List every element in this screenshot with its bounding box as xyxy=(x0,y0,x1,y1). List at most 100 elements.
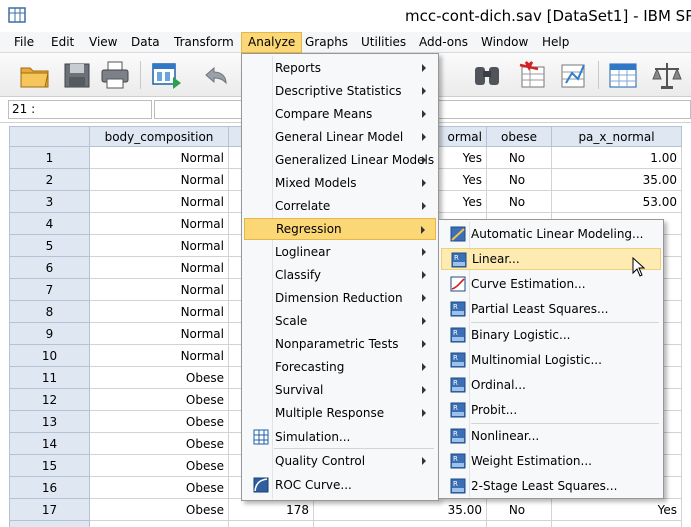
row-number-header[interactable]: 17 xyxy=(9,498,90,521)
cell-reference-field[interactable]: 21 : xyxy=(8,100,152,119)
analyze-scale[interactable]: Scale xyxy=(244,310,436,332)
analyze-compare-means[interactable]: Compare Means xyxy=(244,103,436,125)
column-header-obese[interactable]: obese xyxy=(486,126,552,147)
row-number-header[interactable]: 1 xyxy=(9,146,90,169)
menu-transform[interactable]: Transform xyxy=(168,32,240,53)
cell-ph[interactable]: 178 xyxy=(228,498,314,521)
analyze-dimension-reduction[interactable]: Dimension Reduction xyxy=(244,287,436,309)
row-number-header[interactable]: 9 xyxy=(9,322,90,345)
analyze-survival[interactable]: Survival xyxy=(244,379,436,401)
regression-binary-logistic[interactable]: R Binary Logistic... xyxy=(441,324,661,346)
row-number-header[interactable]: 14 xyxy=(9,432,90,455)
cell-body-composition[interactable]: Normal xyxy=(89,300,229,323)
save-icon[interactable] xyxy=(60,59,94,91)
cell-body-composition[interactable]: Normal xyxy=(89,344,229,367)
cell-body-composition[interactable]: Normal xyxy=(89,146,229,169)
find-icon[interactable] xyxy=(470,59,504,91)
menu-help[interactable]: Help xyxy=(536,32,575,53)
cell-ormal[interactable]: 35.00 xyxy=(313,498,487,521)
cell-body-composition[interactable] xyxy=(89,520,229,527)
analyze-roc-curve[interactable]: ROC Curve... xyxy=(244,474,436,496)
analyze-quality-control[interactable]: Quality Control xyxy=(244,450,436,472)
spss-app-icon[interactable] xyxy=(8,6,26,24)
cell-body-composition[interactable]: Normal xyxy=(89,190,229,213)
row-number-header[interactable]: 6 xyxy=(9,256,90,279)
menu-file[interactable]: File xyxy=(8,32,40,53)
cell-ormal[interactable] xyxy=(313,520,487,527)
cell-body-composition[interactable]: Obese xyxy=(89,498,229,521)
analyze-descriptive-statistics[interactable]: Descriptive Statistics xyxy=(244,80,436,102)
cell-body-composition[interactable]: Obese xyxy=(89,410,229,433)
regression-ordinal[interactable]: R Ordinal... xyxy=(441,374,661,396)
row-number-header[interactable]: 18 xyxy=(9,520,90,527)
value-labels-icon[interactable] xyxy=(606,59,640,91)
analyze-loglinear[interactable]: Loglinear xyxy=(244,241,436,263)
regression-weight-estimation[interactable]: R Weight Estimation... xyxy=(441,450,661,472)
menu-add-ons[interactable]: Add-ons xyxy=(413,32,474,53)
regression-nonlinear[interactable]: R Nonlinear... xyxy=(441,425,661,447)
menu-view[interactable]: View xyxy=(83,32,123,53)
analyze-general-linear-model[interactable]: General Linear Model xyxy=(244,126,436,148)
row-number-header[interactable]: 2 xyxy=(9,168,90,191)
regression-linear[interactable]: R Linear... xyxy=(441,248,661,270)
open-folder-icon[interactable] xyxy=(18,59,52,91)
row-number-header[interactable]: 8 xyxy=(9,300,90,323)
cell-body-composition[interactable]: Normal xyxy=(89,322,229,345)
analyze-generalized-linear-models[interactable]: Generalized Linear Models xyxy=(244,149,436,171)
print-icon[interactable] xyxy=(98,59,132,91)
regression-partial-least-squares[interactable]: R Partial Least Squares... xyxy=(441,298,661,320)
row-number-header[interactable]: 4 xyxy=(9,212,90,235)
cell-pa-x-normal[interactable]: .00 xyxy=(551,520,682,527)
cell-body-composition[interactable]: Normal xyxy=(89,278,229,301)
regression-probit[interactable]: R Probit... xyxy=(441,399,661,421)
cell-body-composition[interactable]: Normal xyxy=(89,212,229,235)
cell-obese[interactable] xyxy=(486,520,552,527)
row-number-header[interactable]: 7 xyxy=(9,278,90,301)
analyze-nonparametric-tests[interactable]: Nonparametric Tests xyxy=(244,333,436,355)
regression-automatic-linear-modeling[interactable]: Automatic Linear Modeling... xyxy=(441,223,661,245)
regression-two-stage-least-squares[interactable]: R 2-Stage Least Squares... xyxy=(441,475,661,497)
insert-cases-icon[interactable] xyxy=(516,59,550,91)
cell-body-composition[interactable]: Obese xyxy=(89,454,229,477)
column-header-pa-x-normal[interactable]: pa_x_normal xyxy=(551,126,682,147)
cell-body-composition[interactable]: Obese xyxy=(89,366,229,389)
analyze-mixed-models[interactable]: Mixed Models xyxy=(244,172,436,194)
row-number-header[interactable]: 11 xyxy=(9,366,90,389)
analyze-classify[interactable]: Classify xyxy=(244,264,436,286)
regression-curve-estimation[interactable]: Curve Estimation... xyxy=(441,273,661,295)
cell-pa-x-normal[interactable]: 35.00 xyxy=(551,168,682,191)
analyze-regression[interactable]: Regression xyxy=(244,218,436,240)
menu-data[interactable]: Data xyxy=(125,32,166,53)
menu-window[interactable]: Window xyxy=(475,32,534,53)
cell-body-composition[interactable]: Obese xyxy=(89,432,229,455)
split-file-icon[interactable] xyxy=(556,59,590,91)
analyze-simulation[interactable]: Simulation... xyxy=(244,426,436,448)
row-number-header[interactable]: 10 xyxy=(9,344,90,367)
grid-corner-header[interactable] xyxy=(9,126,90,147)
menu-analyze[interactable]: Analyze xyxy=(241,32,303,53)
cell-pa-x-normal[interactable]: Yes xyxy=(551,498,682,521)
row-number-header[interactable]: 12 xyxy=(9,388,90,411)
analyze-forecasting[interactable]: Forecasting xyxy=(244,356,436,378)
cell-obese[interactable]: No xyxy=(486,498,552,521)
analyze-correlate[interactable]: Correlate xyxy=(244,195,436,217)
cell-body-composition[interactable]: Normal xyxy=(89,256,229,279)
menu-utilities[interactable]: Utilities xyxy=(355,32,412,53)
analyze-multiple-response[interactable]: Multiple Response xyxy=(244,402,436,424)
row-number-header[interactable]: 3 xyxy=(9,190,90,213)
regression-multinomial-logistic[interactable]: R Multinomial Logistic... xyxy=(441,349,661,371)
cell-obese[interactable]: No xyxy=(486,168,552,191)
cell-obese[interactable]: No xyxy=(486,190,552,213)
dialog-recall-icon[interactable] xyxy=(150,59,184,91)
menu-edit[interactable]: Edit xyxy=(45,32,80,53)
menu-graphs[interactable]: Graphs xyxy=(299,32,354,53)
column-header-body-composition[interactable]: body_composition xyxy=(89,126,229,147)
cell-ph[interactable] xyxy=(228,520,314,527)
row-number-header[interactable]: 15 xyxy=(9,454,90,477)
analyze-reports[interactable]: Reports xyxy=(244,57,436,79)
cell-obese[interactable]: No xyxy=(486,146,552,169)
cell-body-composition[interactable]: Normal xyxy=(89,168,229,191)
row-number-header[interactable]: 5 xyxy=(9,234,90,257)
cell-body-composition[interactable]: Normal xyxy=(89,234,229,257)
cell-pa-x-normal[interactable]: 1.00 xyxy=(551,146,682,169)
